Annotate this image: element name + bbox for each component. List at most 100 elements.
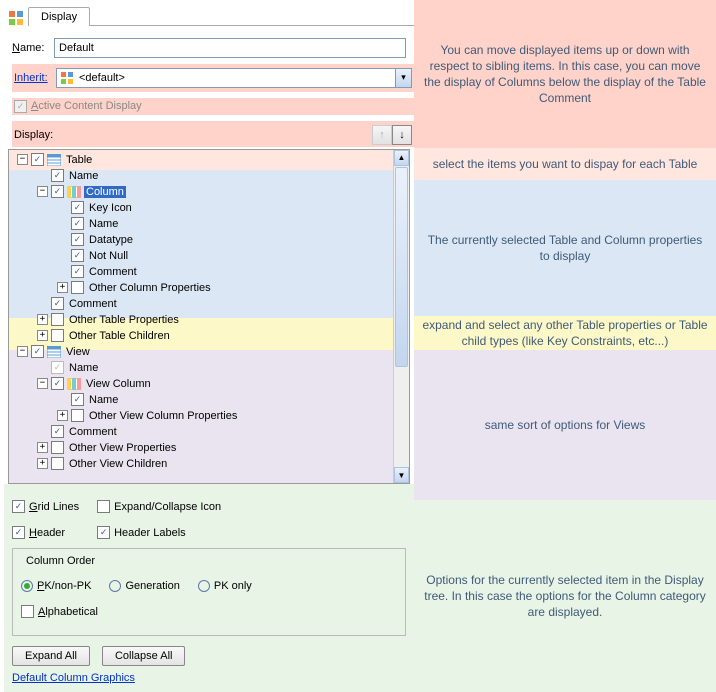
expand-toggle[interactable]: + bbox=[37, 442, 48, 453]
table-icon bbox=[47, 154, 61, 166]
tree-checkbox[interactable] bbox=[31, 345, 44, 358]
tree-node[interactable]: + Other View Children bbox=[9, 456, 409, 472]
tree-checkbox[interactable] bbox=[51, 313, 64, 326]
tree-checkbox[interactable] bbox=[51, 377, 64, 390]
tree-node[interactable]: − Column bbox=[9, 184, 409, 200]
tree-label: Not Null bbox=[87, 250, 130, 262]
expand-all-button[interactable]: Expand All bbox=[12, 646, 90, 666]
move-down-button[interactable]: ↓ bbox=[392, 125, 412, 145]
expand-toggle[interactable]: + bbox=[37, 458, 48, 469]
display-tree[interactable]: −Table Name − Column Key Icon Name Datatype Not… bbox=[8, 149, 410, 484]
scroll-thumb[interactable] bbox=[395, 167, 408, 367]
tree-label: Name bbox=[67, 362, 100, 374]
inherit-combo[interactable]: <default> bbox=[56, 68, 412, 88]
active-content-label: Active Content Display bbox=[31, 100, 142, 112]
tree-node[interactable]: Datatype bbox=[9, 232, 409, 248]
tree-node[interactable]: Not Null bbox=[9, 248, 409, 264]
tree-node[interactable]: Key Icon bbox=[9, 200, 409, 216]
collapse-all-button[interactable]: Collapse All bbox=[102, 646, 185, 666]
tree-label: Comment bbox=[87, 266, 139, 278]
table-icon bbox=[47, 346, 61, 358]
tree-node[interactable]: Comment bbox=[9, 264, 409, 280]
tree-label: Name bbox=[87, 394, 120, 406]
pk-only-radio[interactable]: PK only bbox=[198, 580, 252, 592]
tab-display[interactable]: Display bbox=[28, 7, 90, 26]
tree-node[interactable]: Name bbox=[9, 216, 409, 232]
tree-node[interactable]: Name bbox=[9, 392, 409, 408]
tree-checkbox[interactable] bbox=[71, 281, 84, 294]
expand-toggle[interactable]: − bbox=[37, 186, 48, 197]
default-column-graphics-link[interactable]: Default Column Graphics bbox=[12, 672, 135, 684]
expand-toggle[interactable]: + bbox=[57, 410, 68, 421]
tree-label: Other Table Children bbox=[67, 330, 172, 342]
grid-lines-check[interactable]: Grid Lines bbox=[12, 500, 79, 513]
tree-label: Name bbox=[87, 218, 120, 230]
tree-label: Key Icon bbox=[87, 202, 134, 214]
tree-checkbox[interactable] bbox=[31, 153, 44, 166]
tree-checkbox[interactable] bbox=[51, 329, 64, 342]
tree-label: Comment bbox=[67, 426, 119, 438]
move-up-button[interactable]: ↑ bbox=[372, 125, 392, 145]
tree-node[interactable]: −View bbox=[9, 344, 409, 360]
expand-toggle[interactable]: + bbox=[37, 314, 48, 325]
tree-label: Other View Properties bbox=[67, 442, 178, 454]
tree-label: Other View Children bbox=[67, 458, 169, 470]
tree-scrollbar[interactable]: ▲ ▼ bbox=[393, 150, 409, 483]
tree-checkbox[interactable] bbox=[51, 169, 64, 182]
tree-checkbox[interactable] bbox=[71, 201, 84, 214]
active-content-checkbox bbox=[14, 100, 27, 113]
scroll-up-button[interactable]: ▲ bbox=[394, 150, 409, 166]
column-order-legend: Column Order bbox=[23, 555, 98, 567]
tree-checkbox[interactable] bbox=[51, 361, 64, 374]
annotation-options: Options for the currently selected item … bbox=[414, 500, 716, 692]
expand-collapse-icon-check[interactable]: Expand/Collapse Icon bbox=[97, 500, 221, 513]
name-input[interactable] bbox=[54, 38, 406, 58]
expand-toggle[interactable]: + bbox=[37, 330, 48, 341]
expand-toggle[interactable]: − bbox=[37, 378, 48, 389]
tree-label: View Column bbox=[84, 378, 153, 390]
tree-checkbox[interactable] bbox=[51, 185, 64, 198]
tree-checkbox[interactable] bbox=[71, 265, 84, 278]
tree-label: Other View Column Properties bbox=[87, 410, 239, 422]
tree-label: Name bbox=[67, 170, 100, 182]
tree-checkbox[interactable] bbox=[51, 297, 64, 310]
tree-checkbox[interactable] bbox=[71, 233, 84, 246]
tree-node[interactable]: − View Column bbox=[9, 376, 409, 392]
tree-checkbox[interactable] bbox=[71, 393, 84, 406]
column-icon bbox=[67, 378, 81, 390]
app-logo-icon bbox=[8, 10, 24, 26]
app-mini-icon bbox=[60, 71, 74, 85]
tree-node[interactable]: + Other Table Children bbox=[9, 328, 409, 344]
inherit-dropdown-button[interactable] bbox=[395, 69, 411, 87]
annotation-expand: expand and select any other Table proper… bbox=[414, 316, 716, 350]
alphabetical-check[interactable]: Alphabetical bbox=[21, 605, 98, 618]
expand-toggle[interactable]: + bbox=[57, 282, 68, 293]
tree-checkbox[interactable] bbox=[51, 457, 64, 470]
inherit-link[interactable]: Inherit: bbox=[14, 72, 56, 84]
tree-node[interactable]: + Other View Properties bbox=[9, 440, 409, 456]
tree-checkbox[interactable] bbox=[71, 217, 84, 230]
header-check[interactable]: Header bbox=[12, 526, 65, 539]
expand-toggle[interactable]: − bbox=[17, 346, 28, 357]
tree-node[interactable]: Name bbox=[9, 360, 409, 376]
pk-nonpk-radio[interactable]: PK/non-PK bbox=[21, 580, 91, 592]
column-icon bbox=[67, 186, 81, 198]
tree-checkbox[interactable] bbox=[51, 441, 64, 454]
tree-node[interactable]: + Other View Column Properties bbox=[9, 408, 409, 424]
tree-node[interactable]: Comment bbox=[9, 296, 409, 312]
tree-node[interactable]: + Other Table Properties bbox=[9, 312, 409, 328]
tree-node[interactable]: −Table bbox=[9, 152, 409, 168]
tree-node[interactable]: +Other Column Properties bbox=[9, 280, 409, 296]
annotation-select: select the items you want to dispay for … bbox=[414, 148, 716, 180]
tree-checkbox[interactable] bbox=[51, 425, 64, 438]
header-labels-check[interactable]: Header Labels bbox=[97, 526, 186, 539]
tree-node[interactable]: Name bbox=[9, 168, 409, 184]
generation-radio[interactable]: Generation bbox=[109, 580, 179, 592]
tree-checkbox[interactable] bbox=[71, 249, 84, 262]
tree-checkbox[interactable] bbox=[71, 409, 84, 422]
tree-label: Column bbox=[84, 186, 126, 198]
expand-toggle[interactable]: − bbox=[17, 154, 28, 165]
tree-label: Other Table Properties bbox=[67, 314, 181, 326]
scroll-down-button[interactable]: ▼ bbox=[394, 467, 409, 483]
tree-node[interactable]: Comment bbox=[9, 424, 409, 440]
